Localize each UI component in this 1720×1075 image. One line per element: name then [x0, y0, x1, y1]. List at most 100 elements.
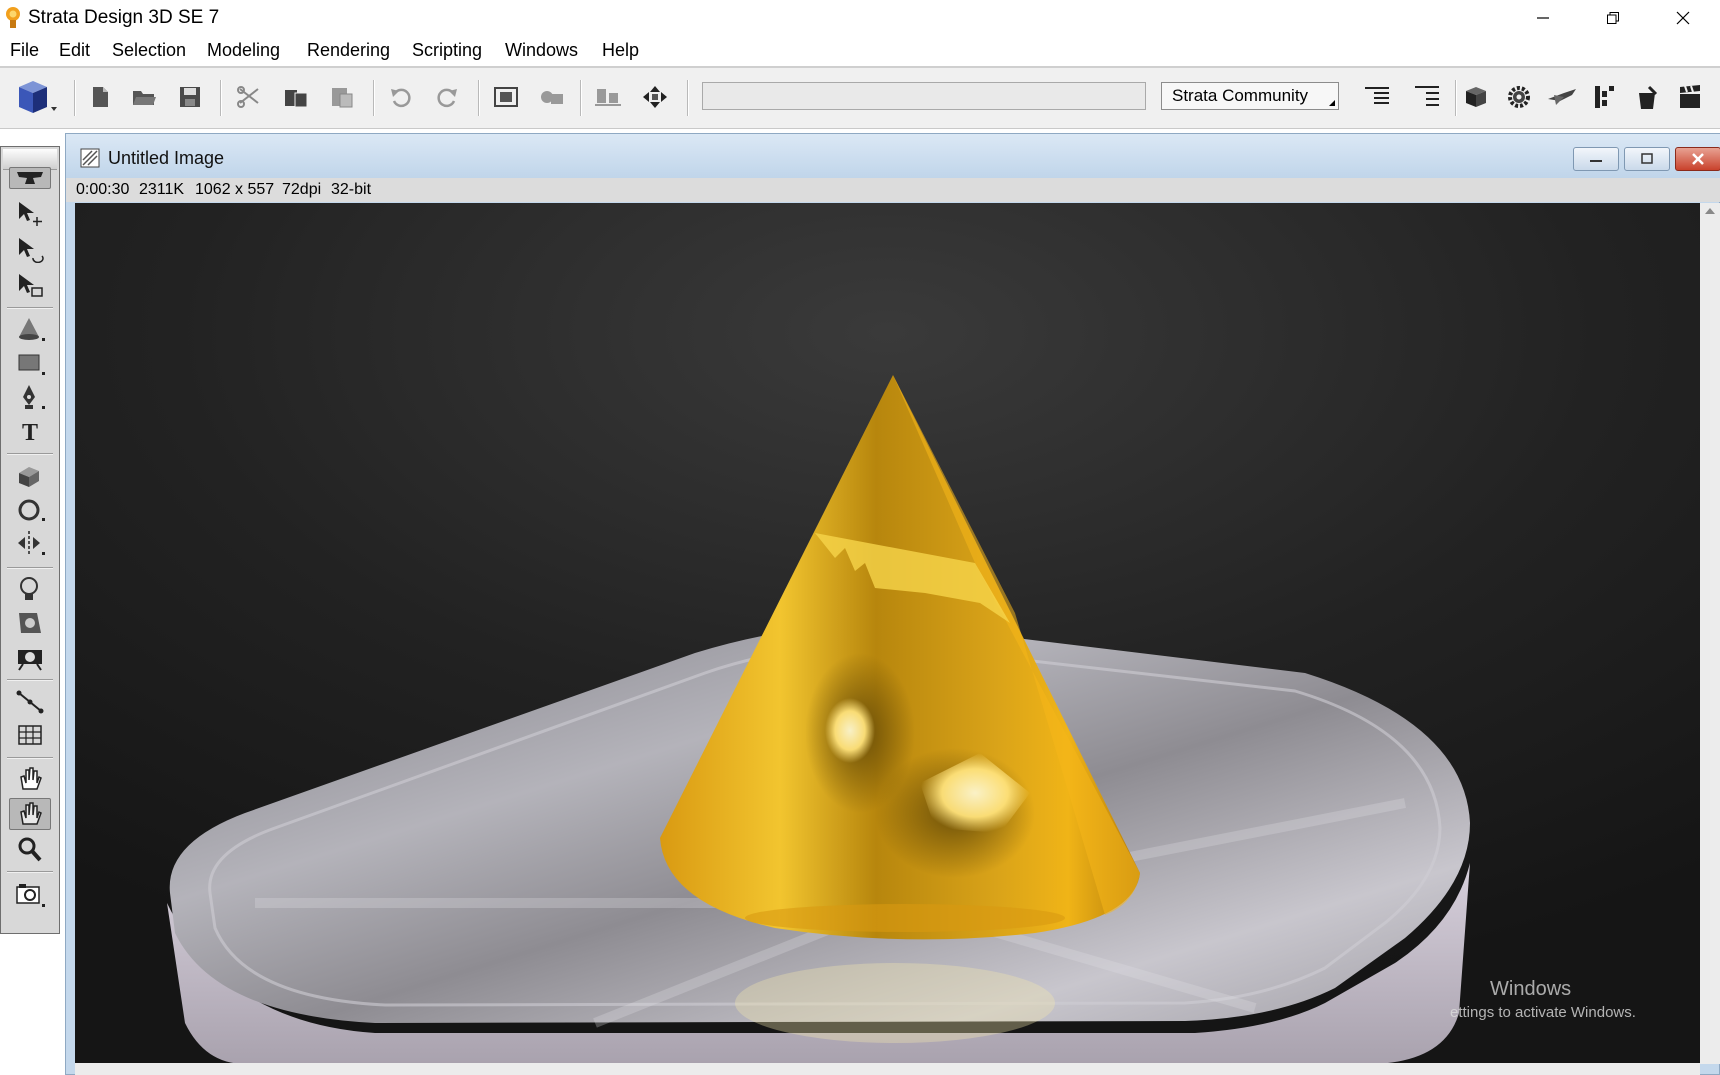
menu-bar: File Edit Selection Modeling Rendering S…: [0, 36, 1720, 66]
menu-edit[interactable]: Edit: [59, 40, 90, 61]
tool-text[interactable]: T: [9, 415, 51, 447]
image-dpi: 72dpi: [282, 181, 322, 198]
open-folder-icon: [133, 91, 156, 105]
text-lines-right-icon: [1415, 86, 1439, 106]
copy-button[interactable]: [279, 80, 313, 114]
tool-rectangle[interactable]: [9, 347, 51, 379]
tool-camera[interactable]: [9, 641, 51, 673]
tool-object-rotate[interactable]: [9, 233, 51, 265]
save-button[interactable]: [173, 80, 207, 114]
tool-zoom[interactable]: [9, 833, 51, 865]
center-icon: [643, 86, 667, 108]
menu-modeling[interactable]: Modeling: [207, 40, 280, 61]
magnify-icon: [18, 837, 42, 862]
tool-light[interactable]: [9, 573, 51, 605]
strata-cube-button[interactable]: [12, 80, 62, 114]
menu-selection[interactable]: Selection: [112, 40, 186, 61]
spotlight-icon: [19, 613, 41, 633]
rendered-scene: [75, 203, 1700, 1064]
center-button[interactable]: [638, 80, 672, 114]
scroll-up-icon: [1705, 208, 1715, 214]
open-button[interactable]: [127, 80, 161, 114]
ungroup-button[interactable]: [535, 80, 569, 114]
tool-lathe[interactable]: [9, 493, 51, 525]
copy-icon: [285, 90, 308, 108]
path-icon: [16, 690, 44, 714]
redo-button[interactable]: [430, 80, 464, 114]
doc-close-button[interactable]: [1675, 147, 1720, 171]
tool-primitive-cone[interactable]: [9, 313, 51, 345]
doc-maximize-button[interactable]: [1624, 147, 1670, 171]
vertical-scrollbar[interactable]: [1700, 203, 1720, 1064]
image-dimensions: 1062 x 557: [195, 181, 275, 198]
rectangle-icon: [18, 354, 45, 375]
cut-icon: [237, 86, 259, 108]
camera-icon: [18, 650, 42, 671]
airplane-button[interactable]: [1545, 80, 1579, 114]
restore-button[interactable]: [1578, 0, 1648, 36]
clapper-button[interactable]: [1673, 80, 1707, 114]
render-canvas[interactable]: [75, 203, 1700, 1064]
menu-windows[interactable]: Windows: [505, 40, 578, 61]
menu-rendering[interactable]: Rendering: [307, 40, 390, 61]
document-title-bar: Untitled Image: [66, 134, 1720, 178]
close-icon: [1692, 153, 1704, 165]
light-bulb-icon: [20, 577, 38, 600]
mirror-icon: [18, 531, 45, 555]
cut-button[interactable]: [233, 80, 267, 114]
svg-text:T: T: [22, 420, 38, 445]
ungroup-icon: [541, 91, 563, 104]
menu-file[interactable]: File: [10, 40, 39, 61]
menu-help[interactable]: Help: [602, 40, 639, 61]
bit-depth: 32-bit: [331, 181, 372, 198]
steps-button[interactable]: [1588, 80, 1622, 114]
menu-scripting[interactable]: Scripting: [412, 40, 482, 61]
activation-watermark-text: ettings to activate Windows.: [1450, 1004, 1636, 1021]
tool-camera-capture[interactable]: [9, 879, 51, 911]
tool-grid[interactable]: [9, 719, 51, 751]
bucket-button[interactable]: [1630, 80, 1664, 114]
glove-icon: [20, 802, 42, 825]
save-icon: [180, 87, 200, 107]
undo-icon: [391, 88, 411, 108]
community-dropdown[interactable]: Strata Community: [1161, 82, 1339, 110]
gear-icon: [1508, 86, 1530, 108]
tool-spotlight[interactable]: [9, 607, 51, 639]
tool-glove[interactable]: [9, 798, 51, 830]
tool-hand[interactable]: [9, 763, 51, 795]
new-document-button[interactable]: [83, 80, 117, 114]
text-icon: T: [22, 420, 38, 445]
object-move-icon: [19, 202, 42, 226]
toolbar-text-field[interactable]: [702, 82, 1146, 110]
tool-mirror[interactable]: [9, 527, 51, 559]
maximize-icon: [1641, 153, 1653, 164]
render-time: 0:00:30: [76, 181, 130, 198]
doc-minimize-button[interactable]: [1573, 147, 1619, 171]
minimize-icon: [1537, 17, 1549, 19]
title-bar: Strata Design 3D SE 7: [0, 0, 1720, 36]
activation-watermark-title: Windows: [1490, 978, 1572, 1000]
undo-button[interactable]: [384, 80, 418, 114]
tool-object-move[interactable]: [9, 197, 51, 229]
text-lines-button[interactable]: [1360, 80, 1394, 114]
minimize-button[interactable]: [1508, 0, 1578, 36]
tool-extrude[interactable]: [9, 459, 51, 491]
tool-pen[interactable]: [9, 381, 51, 413]
document-status-bar: 0:00:30 2311K 1062 x 557 72dpi 32-bit: [66, 178, 1720, 202]
gear-button[interactable]: [1502, 80, 1536, 114]
main-toolbar: Strata Community: [0, 66, 1720, 129]
tool-anvil[interactable]: [9, 167, 51, 189]
tool-object-scale[interactable]: [9, 269, 51, 301]
hand-icon: [20, 767, 42, 790]
anvil-icon: [17, 172, 43, 184]
paste-button[interactable]: [325, 80, 359, 114]
cube-button[interactable]: [1459, 80, 1493, 114]
align-button[interactable]: [591, 80, 625, 114]
text-lines-right-button[interactable]: [1410, 80, 1444, 114]
tool-path[interactable]: [9, 685, 51, 717]
group-button[interactable]: [489, 80, 523, 114]
close-button[interactable]: [1648, 0, 1718, 36]
tool-palette: T: [0, 146, 60, 934]
new-document-icon: [93, 87, 108, 107]
horizontal-scrollbar[interactable]: [75, 1063, 1700, 1075]
